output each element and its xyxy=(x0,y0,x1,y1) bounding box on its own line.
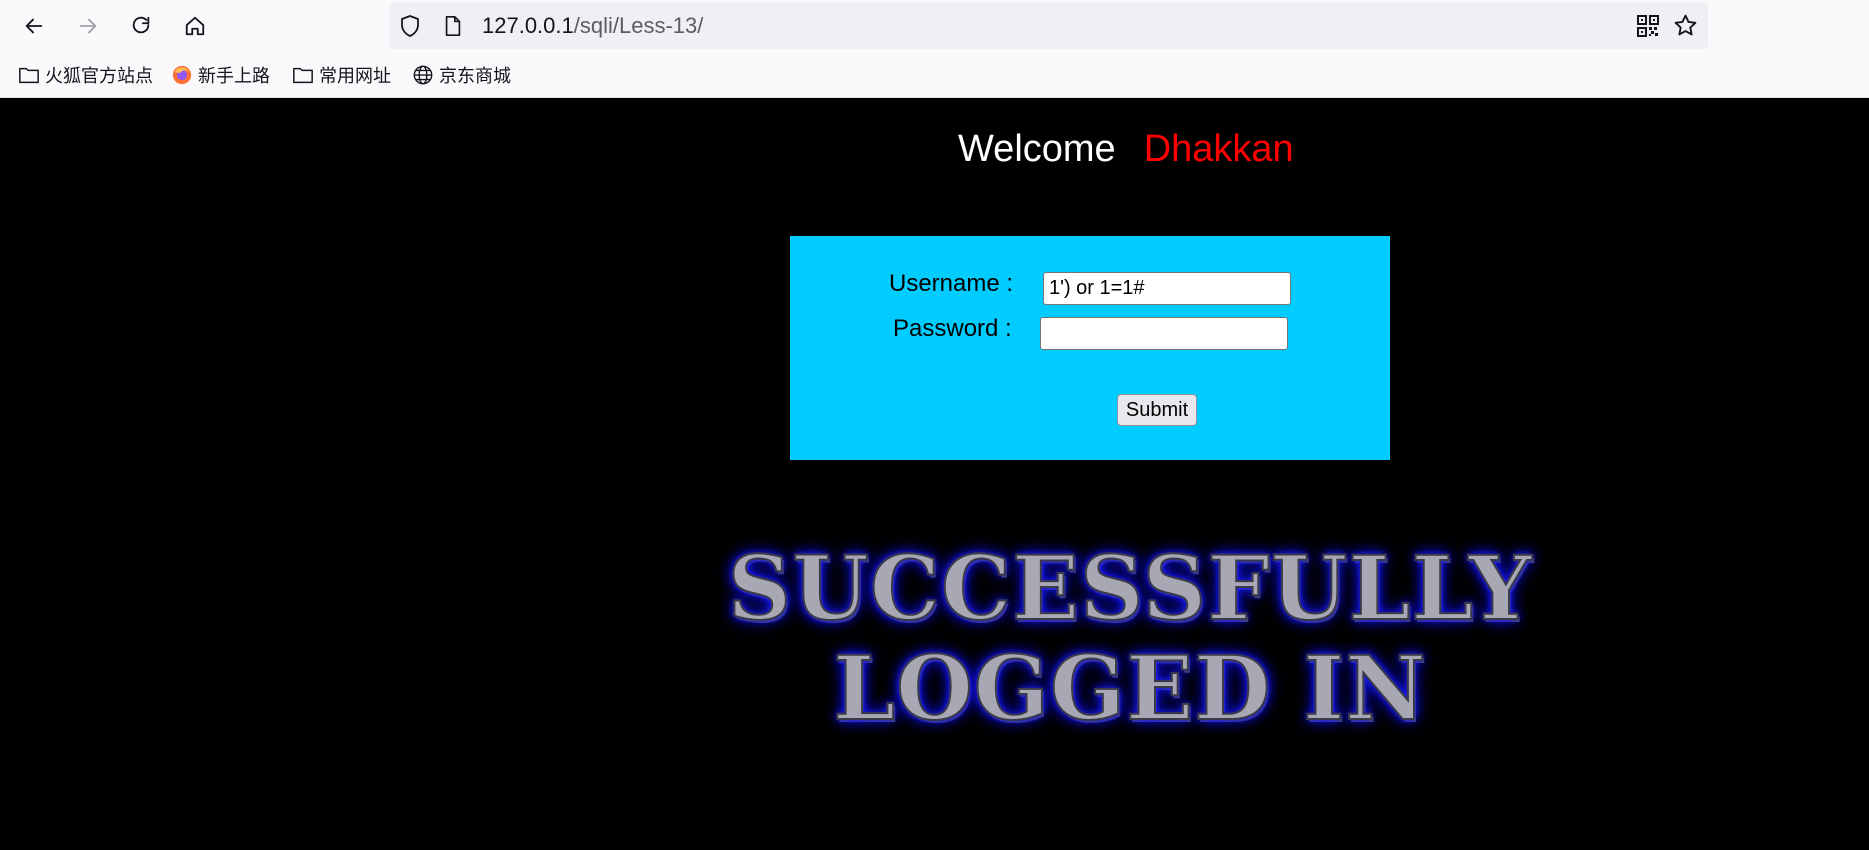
success-line-1: SUCCESSFULLY xyxy=(727,536,1533,640)
url-text[interactable]: 127.0.0.1/sqli/Less-13/ xyxy=(482,12,703,40)
back-icon xyxy=(25,18,43,34)
welcome-text: Welcome xyxy=(958,128,1116,170)
firefox-icon xyxy=(172,65,192,85)
home-icon xyxy=(185,16,205,36)
forward-button[interactable] xyxy=(70,8,106,44)
welcome-heading: Welcome Dhakkan xyxy=(958,128,1294,171)
bookmark-getting-started[interactable]: 新手上路 xyxy=(171,62,270,88)
browser-toolbar: 127.0.0.1/sqli/Less-13/ xyxy=(0,0,1869,52)
success-banner: SUCCESSFULLY LOGGED IN xyxy=(690,536,1570,740)
qr-code-icon[interactable] xyxy=(1636,14,1660,38)
bookmark-jd-mall[interactable]: 京东商城 xyxy=(412,62,511,88)
bookmark-label: 京东商城 xyxy=(439,66,511,87)
welcome-name: Dhakkan xyxy=(1143,128,1294,170)
url-path: /sqli/Less-13/ xyxy=(573,13,704,38)
forward-icon xyxy=(79,18,97,34)
globe-icon xyxy=(413,65,433,85)
login-form: Username : 1') or 1=1# Password : Submit xyxy=(790,236,1390,460)
bookmark-label: 新手上路 xyxy=(198,66,270,87)
page-content: Welcome Dhakkan Username : 1') or 1=1# Pa… xyxy=(0,98,1869,850)
bookmarks-bar: 火狐官方站点 新手上路 常用网址 京东商城 xyxy=(0,52,1869,98)
password-label: Password : xyxy=(893,315,1012,342)
bookmark-label: 常用网址 xyxy=(319,66,391,87)
page-icon[interactable] xyxy=(442,15,464,37)
home-button[interactable] xyxy=(177,8,213,44)
username-label: Username : xyxy=(889,270,1014,297)
submit-button[interactable]: Submit xyxy=(1117,394,1197,426)
folder-icon xyxy=(293,67,313,84)
reload-icon xyxy=(132,16,150,34)
folder-icon xyxy=(19,67,39,84)
url-host: 127.0.0.1 xyxy=(482,13,574,38)
reload-button[interactable] xyxy=(123,8,159,44)
username-input[interactable]: 1') or 1=1# xyxy=(1043,272,1291,305)
url-bar[interactable]: 127.0.0.1/sqli/Less-13/ xyxy=(390,2,1708,49)
shield-icon[interactable] xyxy=(398,14,422,38)
password-input[interactable] xyxy=(1040,317,1288,350)
star-icon[interactable] xyxy=(1673,13,1698,38)
bookmark-firefox-official[interactable]: 火狐官方站点 xyxy=(18,62,153,88)
bookmark-common-sites[interactable]: 常用网址 xyxy=(292,62,391,88)
bookmark-label: 火狐官方站点 xyxy=(45,66,153,87)
back-button[interactable] xyxy=(16,8,52,44)
success-line-2: LOGGED IN xyxy=(832,636,1427,740)
